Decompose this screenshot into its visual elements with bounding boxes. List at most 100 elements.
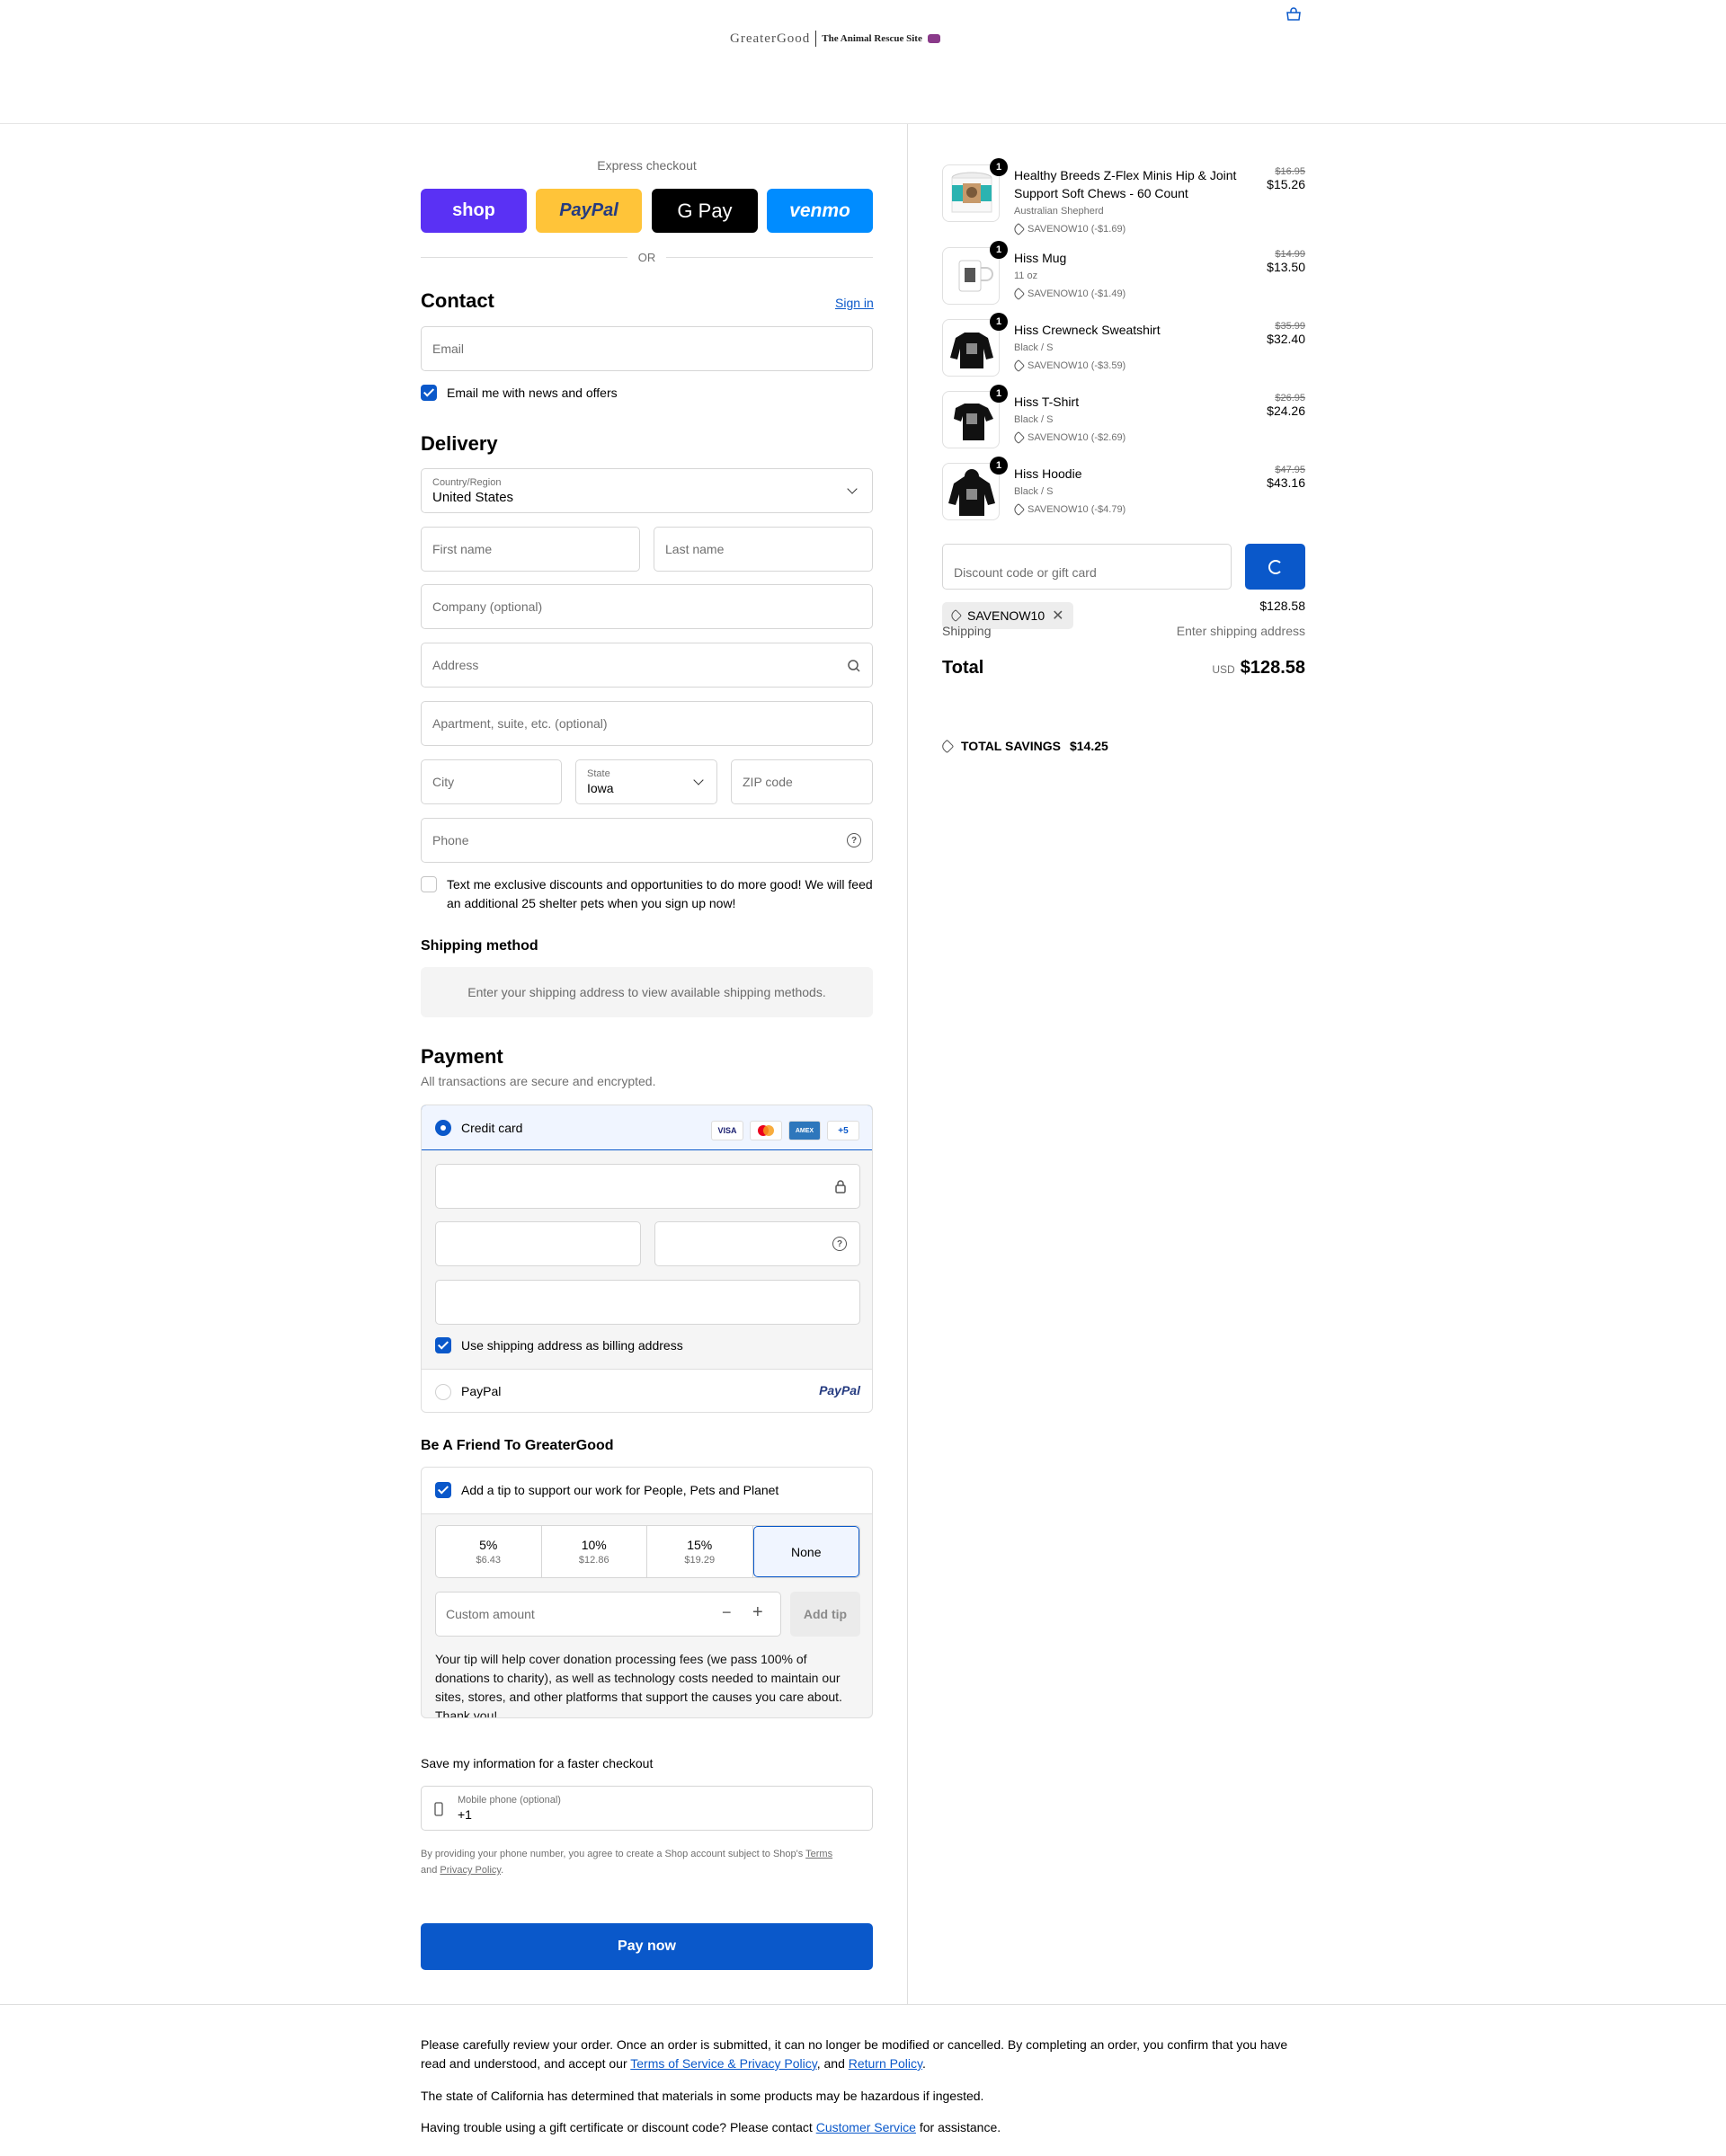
credit-card-option[interactable]: Credit card VISA AMEX +5 xyxy=(422,1105,872,1150)
venmo-label: venmo xyxy=(789,200,850,221)
zip-field[interactable]: ZIP code xyxy=(731,759,873,804)
add-tip-checkbox[interactable] xyxy=(435,1482,451,1498)
state-select[interactable]: State Iowa xyxy=(575,759,717,804)
return-policy-link[interactable]: Return Policy xyxy=(849,2056,922,2071)
country-select[interactable]: Country/Region United States xyxy=(421,468,873,513)
venmo-button[interactable]: venmo xyxy=(767,189,873,233)
footer-divider xyxy=(0,2004,1726,2005)
name-on-card-field[interactable] xyxy=(435,1280,860,1325)
sms-checkbox[interactable] xyxy=(421,876,437,892)
first-name-placeholder: First name xyxy=(432,542,493,556)
applied-discount-code: SAVENOW10 xyxy=(967,608,1045,623)
shopping-bag-icon[interactable] xyxy=(1285,7,1303,22)
add-tip-button[interactable]: Add tip xyxy=(790,1592,860,1637)
address-field[interactable]: Address xyxy=(421,643,873,688)
paypal-radio[interactable] xyxy=(435,1384,451,1400)
last-name-field[interactable]: Last name xyxy=(654,527,873,572)
footer-help-notice: Having trouble using a gift certificate … xyxy=(421,2118,1302,2137)
paypal-logo: PayPal xyxy=(819,1383,860,1397)
item-discount-text: SAVENOW10 (-$4.79) xyxy=(1028,504,1126,515)
terms-link[interactable]: Terms xyxy=(805,1849,832,1859)
apartment-field[interactable]: Apartment, suite, etc. (optional) xyxy=(421,701,873,746)
tip-option-10[interactable]: 10% $12.86 xyxy=(542,1526,647,1577)
tip-percent: 5% xyxy=(479,1538,498,1552)
tag-icon xyxy=(939,739,955,753)
tip-toggle-row[interactable]: Add a tip to support our work for People… xyxy=(422,1468,872,1514)
shop-pay-button[interactable]: shop xyxy=(421,189,527,233)
quantity-badge: 1 xyxy=(990,385,1008,403)
footer-text: . xyxy=(921,2056,926,2071)
plus-icon[interactable]: + xyxy=(752,1602,763,1623)
email-news-checkbox[interactable] xyxy=(421,385,437,401)
legal-text: By providing your phone number, you agre… xyxy=(421,1849,804,1859)
tip-option-none[interactable]: None xyxy=(752,1526,859,1577)
tag-icon xyxy=(1011,359,1026,373)
or-divider: OR xyxy=(421,248,873,266)
privacy-link[interactable]: Privacy Policy xyxy=(440,1865,501,1876)
item-original-price: $35.99 xyxy=(1275,321,1305,332)
tip-option-5[interactable]: 5% $6.43 xyxy=(436,1526,542,1577)
paypal-express-label: PayPal xyxy=(559,200,618,220)
product-image xyxy=(942,164,1000,222)
city-field[interactable]: City xyxy=(421,759,562,804)
expiration-date-field[interactable] xyxy=(435,1221,641,1266)
billing-same-label: Use shipping address as billing address xyxy=(461,1338,683,1353)
tip-amount: $6.43 xyxy=(476,1555,502,1566)
customer-service-link[interactable]: Customer Service xyxy=(816,2120,916,2134)
email-field[interactable]: Email xyxy=(421,326,873,371)
card-number-field[interactable] xyxy=(435,1164,860,1209)
item-price: $47.95 $43.16 xyxy=(1267,465,1305,490)
minus-icon[interactable]: − xyxy=(722,1603,732,1622)
search-icon xyxy=(848,660,860,672)
discount-code-input[interactable]: Discount code or gift card xyxy=(942,544,1232,590)
help-icon[interactable]: ? xyxy=(832,1237,847,1251)
subtotal-value: $128.58 xyxy=(1259,599,1305,613)
item-variant: Australian Shepherd xyxy=(1014,206,1104,217)
terms-of-service-link[interactable]: Terms of Service & Privacy Policy xyxy=(630,2056,816,2071)
shop-pay-label: shop xyxy=(452,200,495,220)
pay-now-button[interactable]: Pay now xyxy=(421,1923,873,1970)
mobile-phone-field[interactable]: Mobile phone (optional) +1 xyxy=(421,1786,873,1831)
footer-text: Having trouble using a gift certificate … xyxy=(421,2120,813,2134)
sign-in-link[interactable]: Sign in xyxy=(835,296,874,310)
item-name: Healthy Breeds Z-Flex Minis Hip & Joint … xyxy=(1014,168,1237,200)
currency-code: USD xyxy=(1212,663,1235,676)
footer-review-notice: Please carefully review your order. Once… xyxy=(421,2036,1302,2073)
item-discount: SAVENOW10 (-$2.69) xyxy=(1011,429,1248,447)
billing-same-checkbox[interactable] xyxy=(435,1337,451,1353)
total-savings: TOTAL SAVINGS $14.25 xyxy=(939,739,1108,753)
item-name: Hiss T-Shirt xyxy=(1014,395,1080,409)
payment-subtitle: All transactions are secure and encrypte… xyxy=(421,1074,656,1088)
tag-icon xyxy=(1011,222,1026,236)
more-cards-text: +5 xyxy=(838,1125,849,1136)
country-value: United States xyxy=(432,489,514,505)
item-variant: Black / S xyxy=(1014,414,1054,425)
tip-option-15[interactable]: 15% $19.29 xyxy=(647,1526,753,1577)
security-code-field[interactable]: ? xyxy=(654,1221,860,1266)
company-field[interactable]: Company (optional) xyxy=(421,584,873,629)
mobile-phone-value: +1 xyxy=(458,1807,472,1822)
paypal-option[interactable]: PayPal PayPal xyxy=(422,1369,872,1412)
custom-tip-field[interactable]: Custom amount − + xyxy=(435,1592,781,1637)
help-icon[interactable]: ? xyxy=(847,833,861,847)
item-discount-text: SAVENOW10 (-$1.49) xyxy=(1028,288,1126,299)
save-info-heading: Save my information for a faster checkou… xyxy=(421,1756,654,1770)
apply-discount-button[interactable] xyxy=(1245,544,1305,590)
product-image xyxy=(942,247,1000,305)
paypal-express-button[interactable]: PayPal xyxy=(536,189,642,233)
animal-rescue-logo-text: The Animal Rescue Site xyxy=(822,33,922,44)
item-discounted-price: $15.26 xyxy=(1267,177,1305,191)
google-pay-button[interactable]: G Pay xyxy=(652,189,758,233)
phone-field[interactable]: Phone ? xyxy=(421,818,873,863)
payment-methods: Credit card VISA AMEX +5 ? Use shipping … xyxy=(421,1105,873,1413)
tag-icon xyxy=(948,608,963,623)
last-name-placeholder: Last name xyxy=(665,542,725,556)
paw-logo-icon xyxy=(927,34,940,43)
first-name-field[interactable]: First name xyxy=(421,527,640,572)
item-discounted-price: $32.40 xyxy=(1267,332,1305,346)
credit-card-radio[interactable] xyxy=(435,1120,451,1136)
tip-heading: Be A Friend To GreaterGood xyxy=(421,1438,614,1453)
amex-icon: AMEX xyxy=(788,1121,821,1140)
site-logo[interactable]: GreaterGood The Animal Rescue Site xyxy=(730,29,998,49)
remove-discount-icon[interactable]: ✕ xyxy=(1052,607,1063,625)
